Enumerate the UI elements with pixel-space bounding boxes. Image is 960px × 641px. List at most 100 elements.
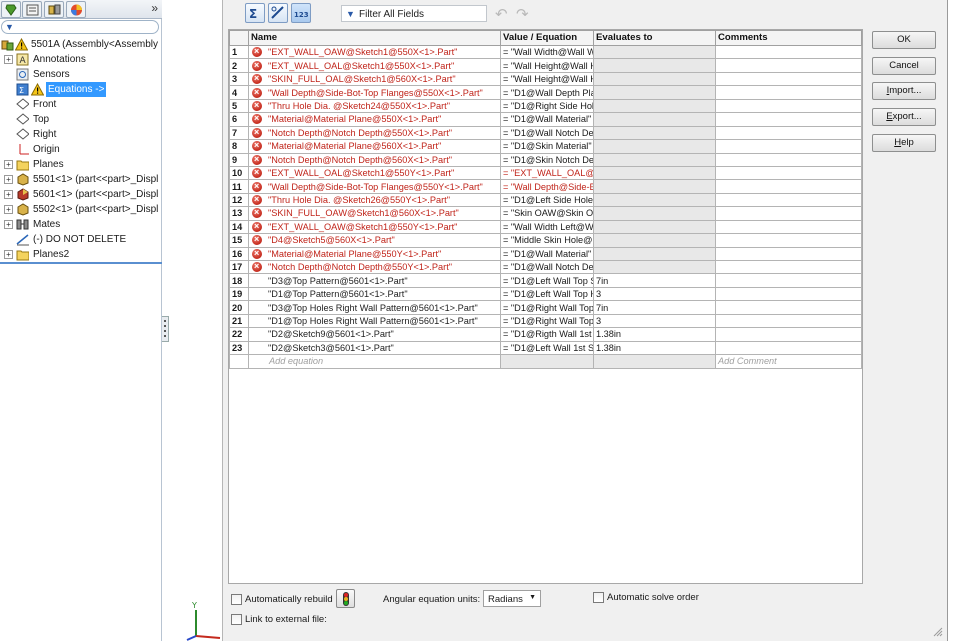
table-row[interactable]: 20 "D3@Top Holes Right Wall Pattern@5601<…: [229, 300, 862, 315]
property-manager-tab[interactable]: [22, 1, 42, 18]
comment-cell[interactable]: [715, 71, 862, 87]
table-row[interactable]: 18 "D3@Top Pattern@5601<1>.Part" = "D1@Lef…: [229, 273, 862, 288]
table-row[interactable]: 6 "Material@Material Plane@550X<1>.Part" =…: [229, 112, 862, 127]
equation-value-cell[interactable]: = "EXT_WALL_OAL@S: [500, 165, 594, 181]
expand-icon[interactable]: +: [4, 205, 13, 214]
sketch-equation-view-button[interactable]: [268, 3, 288, 23]
equation-name-cell[interactable]: "SKIN_FULL_OAL@Sketch1@560X<1>.Part": [248, 71, 501, 87]
comment-cell[interactable]: [715, 206, 862, 221]
rebuild-button[interactable]: [336, 589, 355, 608]
auto-rebuild-checkbox[interactable]: [231, 594, 242, 605]
comment-cell[interactable]: [715, 259, 862, 275]
comment-cell[interactable]: [715, 98, 862, 114]
expand-icon[interactable]: +: [4, 250, 13, 259]
equation-value-cell[interactable]: = "D1@Right Wall Top: [500, 313, 594, 329]
tree-item-sensors[interactable]: Sensors: [0, 67, 162, 82]
help-button[interactable]: Help: [872, 134, 936, 152]
table-row[interactable]: 5 "Thru Hole Dia. @Sketch24@550X<1>.Part"…: [229, 98, 862, 114]
table-row[interactable]: 16 "Material@Material Plane@550Y<1>.Part"…: [229, 246, 862, 262]
table-row[interactable]: 14 "EXT_WALL_OAW@Sketch1@550Y<1>.Part" = "…: [229, 219, 862, 235]
column-header-comments[interactable]: Comments: [715, 30, 862, 46]
comment-cell[interactable]: [715, 58, 862, 73]
comment-cell[interactable]: [715, 192, 862, 208]
table-row[interactable]: 17 "Notch Depth@Notch Depth@550Y<1>.Part"…: [229, 259, 862, 275]
tree-item-right-plane[interactable]: Right: [0, 127, 162, 142]
table-row[interactable]: 8 "Material@Material Plane@560X<1>.Part" =…: [229, 139, 862, 154]
resize-grip-icon[interactable]: [931, 625, 943, 637]
tree-item-front-plane[interactable]: Front: [0, 97, 162, 112]
equation-name-cell[interactable]: "D1@Top Pattern@5601<1>.Part": [248, 286, 501, 302]
comment-cell[interactable]: [715, 179, 862, 194]
equation-value-cell[interactable]: = "Wall Width@Wall W: [500, 44, 594, 60]
table-row[interactable]: 3 "SKIN_FULL_OAL@Sketch1@560X<1>.Part" = "…: [229, 71, 862, 87]
equation-name-cell[interactable]: "Material@Material Plane@550Y<1>.Part": [248, 246, 501, 262]
table-row[interactable]: 1 "EXT_WALL_OAW@Sketch1@550X<1>.Part" = "W…: [229, 44, 862, 60]
add-comment-input[interactable]: Add Comment: [715, 354, 862, 369]
table-row[interactable]: 13 "SKIN_FULL_OAW@Sketch1@560X<1>.Part" = …: [229, 206, 862, 221]
equation-name-cell[interactable]: "EXT_WALL_OAL@Sketch1@550Y<1>.Part": [248, 165, 501, 181]
table-row[interactable]: 21 "D1@Top Holes Right Wall Pattern@5601<…: [229, 313, 862, 329]
equation-view-button[interactable]: Σ: [245, 3, 265, 23]
table-row[interactable]: 19 "D1@Top Pattern@5601<1>.Part" = "D1@Lef…: [229, 286, 862, 302]
tree-item-sketch-do-not-delete[interactable]: (-) DO NOT DELETE: [0, 232, 162, 247]
comment-cell[interactable]: [715, 327, 862, 342]
export-button[interactable]: Export...: [872, 108, 936, 126]
comment-cell[interactable]: [715, 340, 862, 356]
auto-solve-order-checkbox[interactable]: [593, 592, 604, 603]
equation-value-cell[interactable]: = "D1@Right Wall Top: [500, 300, 594, 315]
table-row[interactable]: 2 "EXT_WALL_OAL@Sketch1@550X<1>.Part" = "W…: [229, 58, 862, 73]
angular-units-select[interactable]: Radians ▼: [483, 590, 541, 607]
expand-icon[interactable]: +: [4, 175, 13, 184]
equation-name-cell[interactable]: "Notch Depth@Notch Depth@560X<1>.Part": [248, 152, 501, 167]
equation-name-cell[interactable]: "SKIN_FULL_OAW@Sketch1@560X<1>.Part": [248, 206, 501, 221]
equation-name-cell[interactable]: "D2@Sketch3@5601<1>.Part": [248, 340, 501, 356]
equation-name-cell[interactable]: "Thru Hole Dia. @Sketch24@550X<1>.Part": [248, 98, 501, 114]
comment-cell[interactable]: [715, 139, 862, 154]
equation-value-cell[interactable]: = "D1@Left Wall Top S: [500, 273, 594, 288]
tree-item-assembly[interactable]: 5501A (Assembly<Assembly: [0, 37, 162, 52]
link-external-file-checkbox[interactable]: [231, 614, 242, 625]
equation-value-cell[interactable]: = "D1@Wall Material": [500, 246, 594, 262]
table-row[interactable]: 9 "Notch Depth@Notch Depth@560X<1>.Part" =…: [229, 152, 862, 167]
equation-name-cell[interactable]: "D4@Sketch5@560X<1>.Part": [248, 233, 501, 248]
expand-panel-icon[interactable]: »: [151, 1, 158, 15]
equation-value-cell[interactable]: = "Wall Width Left@W: [500, 219, 594, 235]
equation-name-cell[interactable]: "Notch Depth@Notch Depth@550X<1>.Part": [248, 125, 501, 141]
comment-cell[interactable]: [715, 112, 862, 127]
table-row[interactable]: 11 "Wall Depth@Side-Bot-Top Flanges@550Y<…: [229, 179, 862, 194]
comment-cell[interactable]: [715, 273, 862, 288]
comment-cell[interactable]: [715, 219, 862, 235]
column-header-evaluates[interactable]: Evaluates to: [593, 30, 716, 46]
filter-all-fields-input[interactable]: ▼ Filter All Fields: [341, 5, 487, 22]
equation-value-cell[interactable]: = "Middle Skin Hole@M: [500, 233, 594, 248]
equation-name-cell[interactable]: "Material@Material Plane@550X<1>.Part": [248, 112, 501, 127]
equation-value-cell[interactable]: = "D1@Skin Notch Dep: [500, 152, 594, 167]
tree-item-part-5502[interactable]: + 5502<1> (part<<part>_Displ: [0, 202, 162, 217]
tree-item-part-5501[interactable]: + 5501<1> (part<<part>_Displ: [0, 172, 162, 187]
table-row[interactable]: 12 "Thru Hole Dia. @Sketch26@550Y<1>.Part…: [229, 192, 862, 208]
expand-icon[interactable]: +: [4, 220, 13, 229]
add-equation-row[interactable]: Add equation Add Comment: [229, 354, 862, 369]
equation-name-cell[interactable]: "Wall Depth@Side-Bot-Top Flanges@550X<1>…: [248, 85, 501, 100]
tree-item-top-plane[interactable]: Top: [0, 112, 162, 127]
equation-name-cell[interactable]: "EXT_WALL_OAL@Sketch1@550X<1>.Part": [248, 58, 501, 73]
equation-name-cell[interactable]: "Material@Material Plane@560X<1>.Part": [248, 139, 501, 154]
tree-item-planes-folder[interactable]: + Planes: [0, 157, 162, 172]
equation-value-cell[interactable]: = "D1@Wall Notch Dep: [500, 259, 594, 275]
equation-name-cell[interactable]: "D1@Top Holes Right Wall Pattern@5601<1>…: [248, 313, 501, 329]
equation-value-cell[interactable]: = "Wall Height@Wall H: [500, 71, 594, 87]
equation-value-cell[interactable]: = "Skin OAW@Skin OA: [500, 206, 594, 221]
equation-name-cell[interactable]: "Notch Depth@Notch Depth@550Y<1>.Part": [248, 259, 501, 275]
equation-name-cell[interactable]: "Wall Depth@Side-Bot-Top Flanges@550Y<1>…: [248, 179, 501, 194]
tree-item-equations[interactable]: Σ Equations ->: [0, 82, 162, 97]
comment-cell[interactable]: [715, 44, 862, 60]
tree-item-planes2-folder[interactable]: + Planes2: [0, 247, 162, 262]
comment-cell[interactable]: [715, 300, 862, 315]
equation-name-cell[interactable]: "EXT_WALL_OAW@Sketch1@550X<1>.Part": [248, 44, 501, 60]
comment-cell[interactable]: [715, 233, 862, 248]
add-equation-input[interactable]: Add equation: [248, 354, 501, 369]
undo-icon[interactable]: ↶: [495, 5, 508, 23]
table-row[interactable]: 10 "EXT_WALL_OAL@Sketch1@550Y<1>.Part" = "…: [229, 165, 862, 181]
tree-item-annotations[interactable]: + A Annotations: [0, 52, 162, 67]
column-header-name[interactable]: Name: [248, 30, 501, 46]
